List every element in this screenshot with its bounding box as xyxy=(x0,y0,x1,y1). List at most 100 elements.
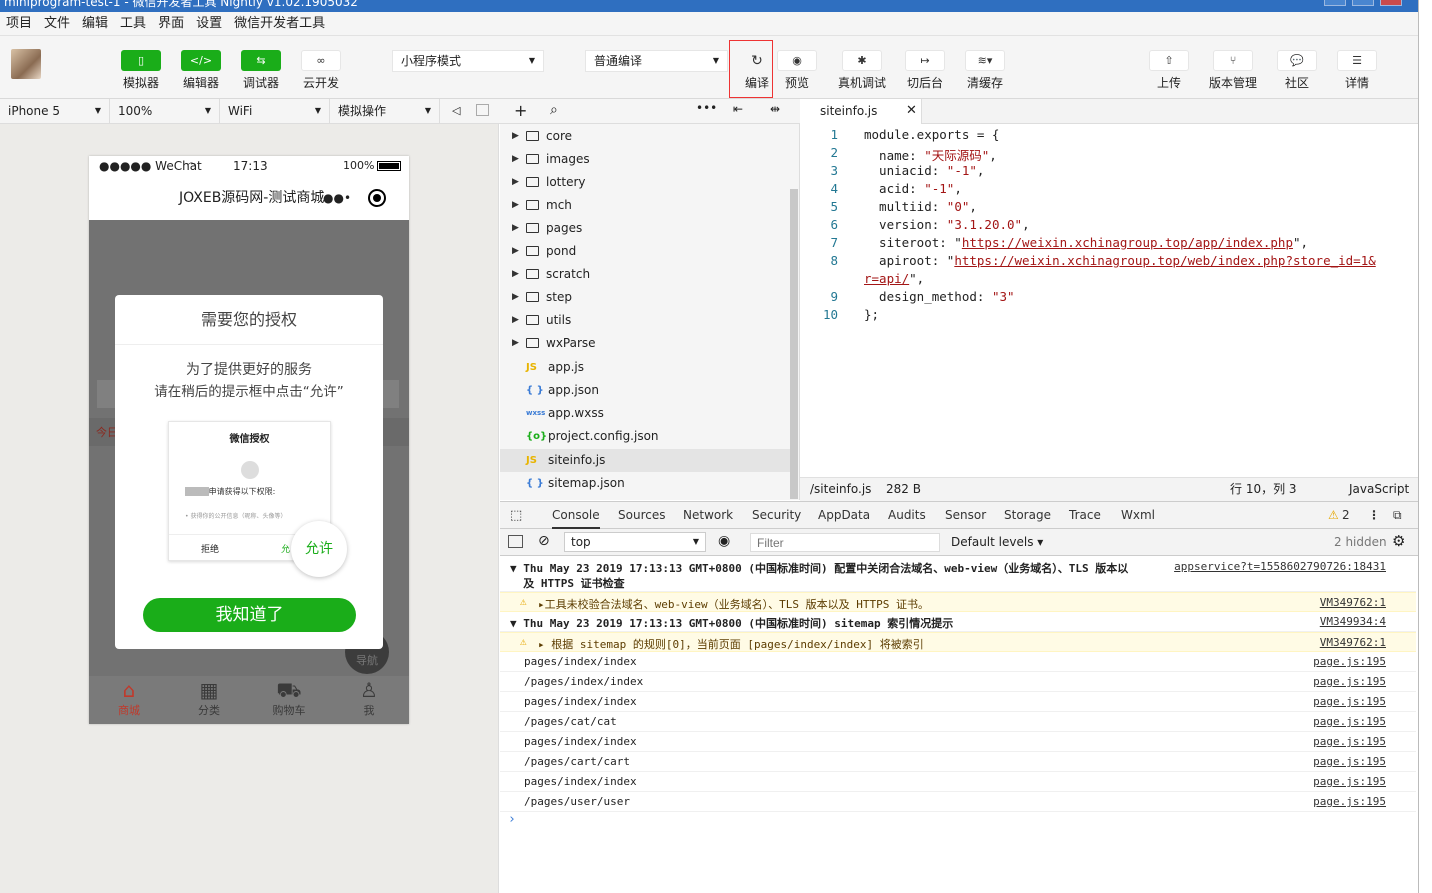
file-app-wxss[interactable]: wxss app.wxss xyxy=(500,402,790,425)
gear-icon[interactable]: ⚙ xyxy=(1392,532,1405,550)
folder-scratch[interactable]: ▶ scratch xyxy=(500,263,790,286)
folder-pond[interactable]: ▶ pond xyxy=(500,240,790,263)
plus-icon[interactable]: + xyxy=(514,101,527,120)
log-source-link[interactable]: VM349762:1 xyxy=(1320,596,1386,609)
menu-devtools[interactable]: 微信开发者工具 xyxy=(228,12,331,35)
folder-lottery[interactable]: ▶ lottery xyxy=(500,171,790,194)
maximize-button[interactable] xyxy=(1352,0,1374,6)
collapse-icon[interactable]: ⇤ xyxy=(733,102,743,116)
split-icon[interactable]: ⇹ xyxy=(770,102,780,116)
tab-network[interactable]: Network xyxy=(683,502,733,529)
cloud-button[interactable]: ∞ 云开发 xyxy=(296,50,346,91)
menu-file[interactable]: 文件 xyxy=(38,12,76,35)
log-levels-select[interactable]: Default levels ▾ xyxy=(951,535,1043,549)
tab-sources[interactable]: Sources xyxy=(618,502,665,529)
tab-mall[interactable]: ⌂ 商城 xyxy=(89,676,169,718)
tab-appdata[interactable]: AppData xyxy=(818,502,870,529)
context-select[interactable]: top ▼ xyxy=(564,532,706,552)
mode-select[interactable]: 小程序模式 ▼ xyxy=(392,50,544,72)
search-icon[interactable]: ⌕ xyxy=(550,102,558,118)
preview-button[interactable]: ◉ 预览 xyxy=(772,50,822,91)
debugger-button[interactable]: ⇆ 调试器 xyxy=(236,50,286,91)
log-source-link[interactable]: page.js:195 xyxy=(1313,755,1386,768)
folder-utils[interactable]: ▶ utils xyxy=(500,309,790,332)
capsule-close-icon[interactable] xyxy=(368,189,386,207)
community-button[interactable]: 💬 社区 xyxy=(1272,50,1322,91)
menu-project[interactable]: 项目 xyxy=(0,12,38,35)
remote-debug-button[interactable]: ✱ 真机调试 xyxy=(836,50,888,91)
folder-core[interactable]: ▶ core xyxy=(500,125,790,148)
tab-console[interactable]: Console xyxy=(552,502,600,529)
tab-category[interactable]: ▦ 分类 xyxy=(169,676,249,718)
got-it-button[interactable]: 我知道了 xyxy=(143,598,356,632)
window-icon[interactable] xyxy=(476,104,489,116)
console-filter-input[interactable] xyxy=(750,533,940,552)
tab-storage[interactable]: Storage xyxy=(1004,502,1051,529)
tab-cart[interactable]: ⛟ 购物车 xyxy=(249,676,329,718)
background-button[interactable]: ↦ 切后台 xyxy=(900,50,950,91)
close-icon[interactable]: ✕ xyxy=(906,103,917,118)
inspect-icon[interactable]: ⬚ xyxy=(510,502,522,529)
menu-settings[interactable]: 设置 xyxy=(190,12,228,35)
tab-sensor[interactable]: Sensor xyxy=(945,502,986,529)
log-source-link[interactable]: page.js:195 xyxy=(1313,795,1386,808)
console-group-row[interactable]: ▼ Thu May 23 2019 17:13:13 GMT+0800 (中国标… xyxy=(500,558,1416,592)
log-source-link[interactable]: page.js:195 xyxy=(1313,695,1386,708)
tab-security[interactable]: Security xyxy=(752,502,801,529)
console-prompt[interactable]: › xyxy=(508,812,516,827)
file-sitemap-json[interactable]: { } sitemap.json xyxy=(500,472,790,495)
user-avatar[interactable] xyxy=(11,49,41,79)
tab-me[interactable]: ♙ 我 xyxy=(329,676,409,718)
volume-icon[interactable]: ◁ xyxy=(452,104,460,117)
network-select[interactable]: WiFi ▼ xyxy=(220,99,330,123)
more-horizontal-icon[interactable]: ••• xyxy=(696,101,717,115)
folder-step[interactable]: ▶ step xyxy=(500,286,790,309)
console-warning-row[interactable]: ⚠ ▸ 根据 sitemap 的规则[0]，当前页面 [pages/index/… xyxy=(500,632,1416,652)
clear-console-icon[interactable]: ⊘ xyxy=(538,533,550,549)
log-source-link[interactable]: page.js:195 xyxy=(1313,775,1386,788)
folder-mch[interactable]: ▶ mch xyxy=(500,194,790,217)
clear-cache-button[interactable]: ≋▾ 清缓存 xyxy=(960,50,1010,91)
upload-button[interactable]: ⇧ 上传 xyxy=(1144,50,1194,91)
folder-images[interactable]: ▶ images xyxy=(500,148,790,171)
details-button[interactable]: ☰ 详情 xyxy=(1332,50,1382,91)
menu-tools[interactable]: 工具 xyxy=(114,12,152,35)
console-group-row[interactable]: ▼ Thu May 23 2019 17:13:13 GMT+0800 (中国标… xyxy=(500,612,1416,632)
file-app-js[interactable]: JS app.js xyxy=(500,356,790,379)
close-window-button[interactable] xyxy=(1380,0,1402,6)
file-siteinfo-js[interactable]: JS siteinfo.js xyxy=(500,449,790,472)
menu-view[interactable]: 界面 xyxy=(152,12,190,35)
file-app-json[interactable]: { } app.json xyxy=(500,379,790,402)
undock-icon[interactable]: ⧉ xyxy=(1393,502,1402,529)
file-project-config[interactable]: {o} project.config.json xyxy=(500,425,790,448)
kebab-menu-icon[interactable]: ⋮ xyxy=(1368,502,1380,529)
log-source-link[interactable]: page.js:195 xyxy=(1313,735,1386,748)
tab-wxml[interactable]: Wxml xyxy=(1121,502,1155,529)
editor-button[interactable]: </> 编辑器 xyxy=(176,50,226,91)
code-editor[interactable]: 1 module.exports = { 2 name: "天际源码", 3 un… xyxy=(800,124,1418,477)
status-cursor[interactable]: 行 10，列 3 xyxy=(1230,478,1297,501)
tab-audits[interactable]: Audits xyxy=(888,502,926,529)
sidebar-toggle-icon[interactable] xyxy=(508,535,523,548)
minimize-button[interactable] xyxy=(1324,0,1346,6)
compile-mode-select[interactable]: 普通编译 ▼ xyxy=(585,50,728,72)
device-select[interactable]: iPhone 5 ▼ xyxy=(0,99,110,123)
eye-icon[interactable]: ◉ xyxy=(718,533,730,549)
more-dots-icon[interactable]: ●●• xyxy=(323,176,351,220)
simulator-button[interactable]: ▯ 模拟器 xyxy=(116,50,166,91)
editor-tab-siteinfo[interactable]: siteinfo.js ✕ xyxy=(800,99,922,124)
sim-action-select[interactable]: 模拟操作 ▼ xyxy=(330,99,440,123)
warning-count[interactable]: 2 xyxy=(1342,502,1350,529)
console-warning-row[interactable]: ⚠ ▸工具未校验合法域名、web-view（业务域名）、TLS 版本以及 HTT… xyxy=(500,592,1416,612)
folder-wxparse[interactable]: ▶ wxParse xyxy=(500,332,790,355)
log-source-link[interactable]: VM349762:1 xyxy=(1320,636,1386,649)
log-source-link[interactable]: page.js:195 xyxy=(1313,675,1386,688)
log-source-link[interactable]: page.js:195 xyxy=(1313,655,1386,668)
status-language[interactable]: JavaScript xyxy=(1349,478,1409,501)
log-source-link[interactable]: appservice?t=1558602790726:18431 xyxy=(1174,560,1386,573)
zoom-select[interactable]: 100% ▼ xyxy=(110,99,220,123)
log-source-link[interactable]: page.js:195 xyxy=(1313,715,1386,728)
menu-edit[interactable]: 编辑 xyxy=(76,12,114,35)
folder-pages[interactable]: ▶ pages xyxy=(500,217,790,240)
version-button[interactable]: ⑂ 版本管理 xyxy=(1203,50,1263,91)
